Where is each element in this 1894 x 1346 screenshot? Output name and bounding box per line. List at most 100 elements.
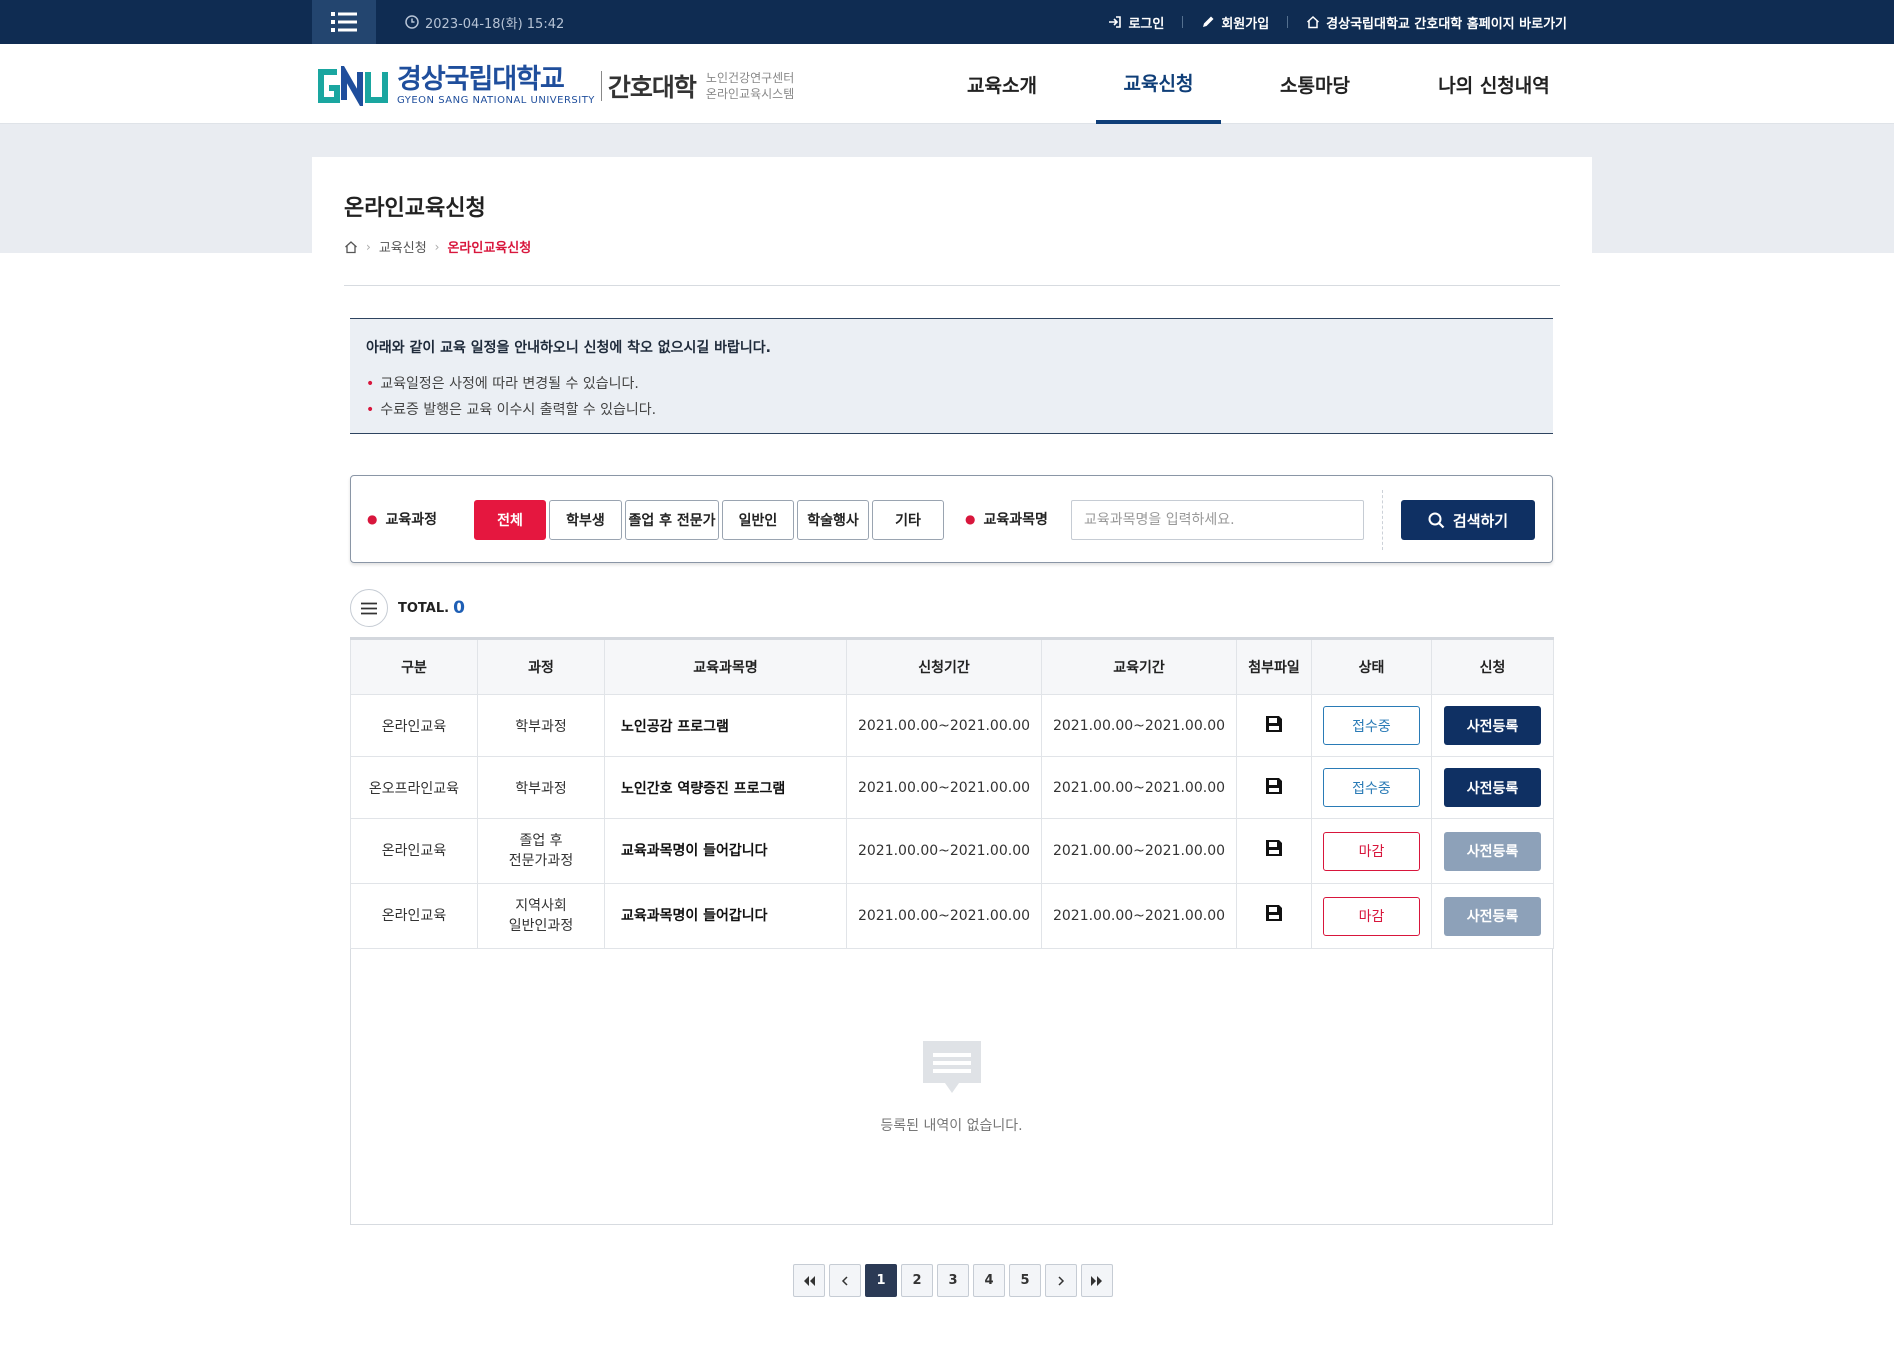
cell-course: 졸업 후 전문가과정: [477, 818, 605, 884]
divider: [344, 285, 1560, 286]
cell-status: 마감: [1311, 883, 1432, 949]
page-1-button[interactable]: 1: [865, 1264, 897, 1297]
filter-etc-button[interactable]: 기타: [872, 500, 944, 540]
column-header: 신청기간: [846, 638, 1042, 695]
notice-item: • 수료증 발행은 교육 이수시 출력할 수 있습니다.: [366, 397, 1537, 423]
breadcrumb-apply[interactable]: 교육신청: [379, 237, 427, 256]
notice-heading: 아래와 같이 교육 일정을 안내하오니 신청에 착오 없으시길 바랍니다.: [366, 340, 771, 356]
status-open-button[interactable]: 접수중: [1323, 768, 1420, 807]
cell-apply-period: 2021.00.00~2021.00.00: [846, 883, 1042, 949]
search-button[interactable]: 검색하기: [1401, 500, 1535, 540]
status-closed-button[interactable]: 마감: [1323, 831, 1420, 871]
preregister-button-disabled[interactable]: 사전등록: [1444, 831, 1541, 871]
homepage-label: 경상국립대학교 간호대학 홈페이지 바로가기: [1326, 16, 1567, 32]
filter-academic-button[interactable]: 학술행사: [797, 500, 869, 540]
clock-icon: [405, 15, 419, 29]
search-button-label: 검색하기: [1452, 511, 1509, 530]
nav-my-applications[interactable]: 나의 신청내역: [1424, 44, 1564, 124]
site-header: 경상국립대학교 GYEON SANG NATIONAL UNIVERSITY 간…: [0, 44, 1894, 124]
page-title: 온라인교육신청: [344, 196, 486, 221]
filter-professional-button[interactable]: 졸업 후 전문가: [625, 500, 719, 540]
logo-system-name: 온라인교육시스템: [705, 87, 795, 101]
homepage-link[interactable]: 경상국립대학교 간호대학 홈페이지 바로가기: [1306, 13, 1567, 32]
page-5-button[interactable]: 5: [1009, 1264, 1041, 1297]
cell-apply-period: 2021.00.00~2021.00.00: [846, 694, 1042, 757]
column-header: 신청: [1431, 638, 1554, 695]
status-closed-button[interactable]: 마감: [1323, 896, 1420, 936]
gnu-logo-mark: [318, 66, 388, 106]
cell-status: 접수중: [1311, 694, 1432, 757]
top-links: 로그인 회원가입 경상국립대학교 간호대학 홈페이지 바로가기: [1108, 0, 1567, 44]
total-count: TOTAL. 0: [350, 589, 465, 627]
cell-subject[interactable]: 교육과목명이 들어갑니다: [604, 818, 847, 884]
cell-attachment: [1236, 883, 1312, 949]
filter-all-button[interactable]: 전체: [474, 500, 546, 540]
cell-edu-period: 2021.00.00~2021.00.00: [1041, 694, 1237, 757]
preregister-button[interactable]: 사전등록: [1444, 768, 1541, 807]
home-icon[interactable]: [344, 240, 358, 254]
cell-course: 지역사회 일반인과정: [477, 883, 605, 949]
cell-course: 학부과정: [477, 694, 605, 757]
next-page-button[interactable]: [1045, 1264, 1077, 1297]
notice-item-text: 수료증 발행은 교육 이수시 출력할 수 있습니다.: [380, 402, 657, 418]
cell-subject[interactable]: 노인간호 역량증진 프로그램: [604, 756, 847, 819]
menu-button[interactable]: [312, 0, 376, 44]
page-4-button[interactable]: 4: [973, 1264, 1005, 1297]
list-icon: [331, 12, 357, 32]
divider: [1182, 16, 1184, 28]
column-header: 구분: [350, 638, 478, 695]
nav-apply[interactable]: 교육신청: [1096, 44, 1221, 124]
cell-status: 마감: [1311, 818, 1432, 884]
cell-status: 접수중: [1311, 756, 1432, 819]
notice-box: 아래와 같이 교육 일정을 안내하오니 신청에 착오 없으시길 바랍니다. • 교…: [350, 318, 1553, 434]
filter-general-button[interactable]: 일반인: [722, 500, 794, 540]
empty-state: 등록된 내역이 없습니다.: [350, 949, 1553, 1225]
subject-search-label-text: 교육과목명: [983, 512, 1048, 528]
save-icon[interactable]: [1264, 776, 1284, 796]
signup-link[interactable]: 회원가입: [1201, 13, 1269, 32]
course-table: 구분 과정 교육과목명 신청기간 교육기간 첨부파일 상태 신청 온라인교육 학…: [350, 637, 1554, 949]
subject-search-input[interactable]: [1071, 500, 1364, 540]
save-icon[interactable]: [1264, 714, 1284, 734]
login-link[interactable]: 로그인: [1108, 13, 1164, 32]
cell-subject[interactable]: 교육과목명이 들어갑니다: [604, 883, 847, 949]
list-view-icon: [350, 589, 388, 627]
last-page-button[interactable]: [1081, 1264, 1113, 1297]
total-label: TOTAL.: [398, 600, 450, 616]
search-icon: [1428, 512, 1445, 528]
empty-message: 등록된 내역이 없습니다.: [880, 1117, 1023, 1134]
chevron-right-icon: [1058, 1275, 1065, 1286]
nav-community[interactable]: 소통마당: [1268, 44, 1362, 124]
pagination: 1 2 3 4 5: [793, 1264, 1113, 1297]
divider: [1287, 16, 1289, 28]
home-icon: [1307, 15, 1320, 29]
status-open-button[interactable]: 접수중: [1323, 706, 1420, 745]
prev-page-button[interactable]: [829, 1264, 861, 1297]
first-page-button[interactable]: [793, 1264, 825, 1297]
cell-attachment: [1236, 818, 1312, 884]
filter-undergrad-button[interactable]: 학부생: [549, 500, 622, 540]
chevron-right-icon: ›: [434, 239, 440, 254]
cell-edu-period: 2021.00.00~2021.00.00: [1041, 883, 1237, 949]
save-icon[interactable]: [1264, 903, 1284, 923]
cell-attachment: [1236, 756, 1312, 819]
cell-apply: 사전등록: [1431, 694, 1554, 757]
message-icon: [922, 1040, 981, 1093]
logo-divider: [600, 71, 602, 101]
logo-center-name: 노인건강연구센터: [705, 71, 795, 85]
site-logo[interactable]: 경상국립대학교 GYEON SANG NATIONAL UNIVERSITY 간…: [315, 64, 794, 108]
pencil-icon: [1203, 16, 1214, 27]
top-bar: 2023-04-18(화) 15:42 로그인 회원가입 경상국립대학교 간호대…: [0, 0, 1894, 44]
save-icon[interactable]: [1264, 838, 1284, 858]
table-row: 온라인교육 졸업 후 전문가과정 교육과목명이 들어갑니다 2021.00.00…: [350, 818, 1554, 884]
cell-type: 온라인교육: [350, 883, 478, 949]
nav-intro[interactable]: 교육소개: [955, 44, 1049, 124]
cell-type: 온라인교육: [350, 694, 478, 757]
preregister-button-disabled[interactable]: 사전등록: [1444, 896, 1541, 936]
cell-subject[interactable]: 노인공감 프로그램: [604, 694, 847, 757]
double-chevron-right-icon: [1091, 1275, 1102, 1286]
page-2-button[interactable]: 2: [901, 1264, 933, 1297]
cell-apply: 사전등록: [1431, 756, 1554, 819]
page-3-button[interactable]: 3: [937, 1264, 969, 1297]
preregister-button[interactable]: 사전등록: [1444, 706, 1541, 745]
